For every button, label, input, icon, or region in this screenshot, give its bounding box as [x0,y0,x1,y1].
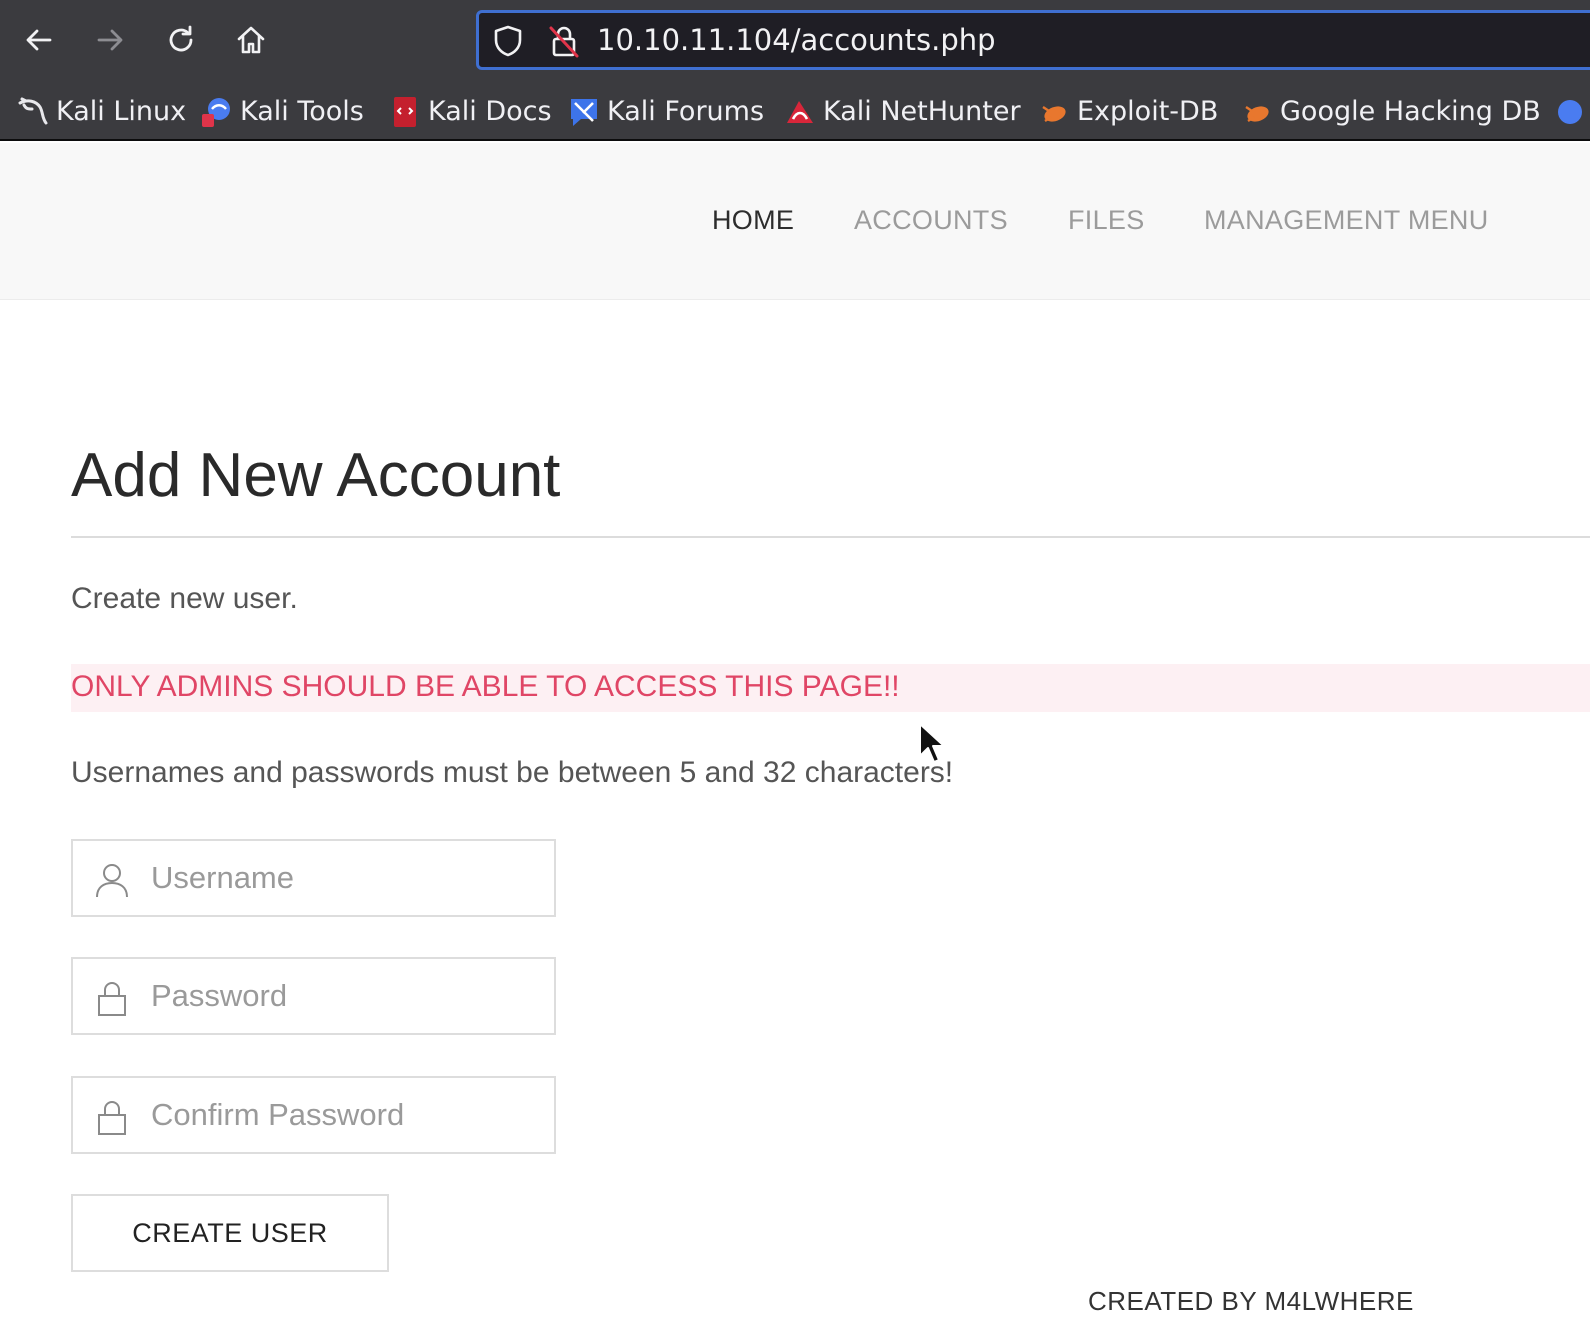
nav-files[interactable]: FILES [1068,205,1145,236]
bookmark-label: Kali NetHunter [823,96,1021,127]
lock-icon [98,982,126,1016]
username-field[interactable] [71,839,556,917]
arrow-right-icon [97,29,123,51]
confirm-password-input[interactable] [151,1078,541,1152]
bookmark-kali-docs[interactable]: Kali Docs [388,84,552,139]
confirm-password-field[interactable] [71,1076,556,1154]
bookmarks-bar: Kali Linux Kali Tools Kali Docs Kali For… [0,84,1590,141]
google-hacking-db-icon [1245,105,1269,122]
kali-forums-icon [571,98,597,126]
bookmark-label: Kali Tools [240,96,364,127]
password-field[interactable] [71,957,556,1035]
url-bar[interactable]: 10.10.11.104/accounts.php [476,10,1590,70]
nav-accounts[interactable]: ACCOUNTS [854,205,1008,236]
reload-icon [169,25,193,52]
forward-button[interactable] [84,14,136,66]
password-input[interactable] [151,959,541,1033]
back-button[interactable] [13,14,65,66]
home-icon [237,26,265,54]
mouse-pointer-icon [919,723,945,763]
bookmark-kali-tools[interactable]: Kali Tools [200,84,364,139]
bookmark-kali-nethunter[interactable]: Kali NetHunter [783,84,1021,139]
kali-tools-icon [202,97,230,127]
lead-text: Create new user. [71,582,298,615]
bookmark-label: Exploit-DB [1077,96,1219,127]
bookmark-overflow[interactable] [1553,84,1590,139]
bookmark-kali-forums[interactable]: Kali Forums [567,84,764,139]
footer-credit: CREATED BY M4LWHERE [1088,1286,1414,1316]
bookmark-label: Kali Linux [56,96,187,127]
lock-icon [98,1101,126,1135]
username-input[interactable] [151,841,541,915]
length-requirement-text: Usernames and passwords must be between … [71,756,954,789]
warning-text: ONLY ADMINS SHOULD BE ABLE TO ACCESS THI… [71,670,900,703]
page-title: Add New Account [71,441,561,510]
home-button[interactable] [225,14,277,66]
insecure-lock-icon[interactable] [547,23,581,59]
nav-management-menu[interactable]: MANAGEMENT MENU [1204,205,1489,236]
title-divider [71,536,1590,538]
bookmark-label: Kali Docs [428,96,552,127]
exploit-db-icon [1042,105,1066,122]
url-text[interactable]: 10.10.11.104/accounts.php [597,13,996,67]
reload-button[interactable] [155,14,207,66]
bookmark-label: Google Hacking DB [1280,96,1541,127]
create-user-button[interactable]: CREATE USER [71,1194,389,1272]
kali-dragon-icon [18,97,48,124]
kali-docs-icon [394,96,416,127]
warning-alert: ONLY ADMINS SHOULD BE ABLE TO ACCESS THI… [71,664,1590,712]
browser-toolbar: 10.10.11.104/accounts.php [0,0,1590,84]
kali-nethunter-icon [787,100,813,123]
user-icon [96,864,128,898]
nav-home[interactable]: HOME [712,205,794,236]
tracking-shield-icon[interactable] [491,23,525,59]
arrow-left-icon [26,29,52,51]
bookmark-exploit-db[interactable]: Exploit-DB [1037,84,1218,139]
bookmark-google-hacking-db[interactable]: Google Hacking DB [1240,84,1541,139]
bookmark-kali-linux[interactable]: Kali Linux [16,84,186,139]
site-navbar: HOME ACCOUNTS FILES MANAGEMENT MENU [0,143,1590,300]
bookmark-globe-icon [1558,99,1582,124]
bookmark-label: Kali Forums [607,96,765,127]
